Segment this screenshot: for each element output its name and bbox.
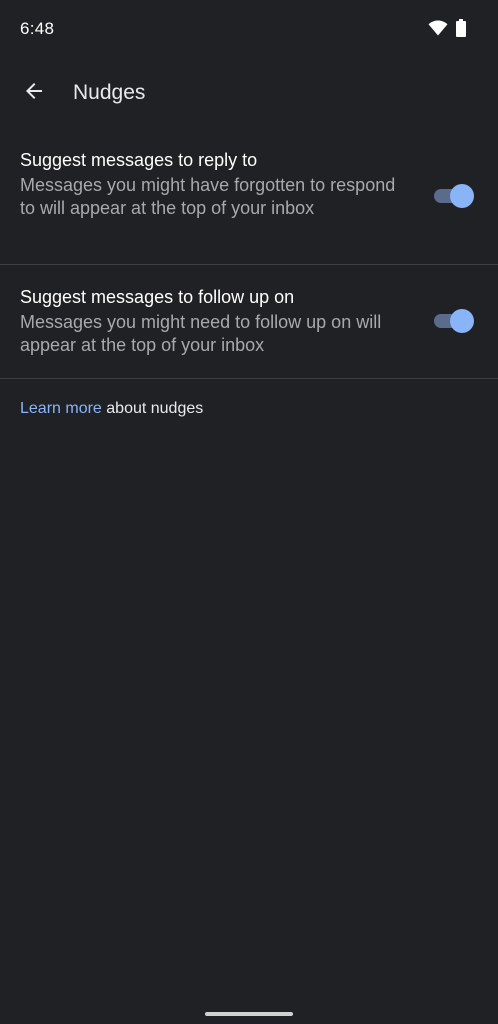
- gesture-nav-handle[interactable]: [205, 1012, 293, 1016]
- status-time: 6:48: [20, 19, 55, 38]
- setting-title: Suggest messages to follow up on: [20, 287, 295, 307]
- app-bar: Nudges: [0, 62, 498, 124]
- toggle-suggest-reply[interactable]: [434, 184, 474, 208]
- learn-more-link[interactable]: Learn more: [20, 400, 102, 417]
- toggle-thumb: [450, 184, 474, 208]
- divider: [0, 264, 498, 265]
- setting-summary: Messages you might need to follow up on …: [20, 312, 382, 355]
- toggle-suggest-follow-up[interactable]: [434, 309, 474, 333]
- wifi-icon: [428, 20, 448, 41]
- setting-summary: Messages you might have forgotten to res…: [20, 175, 396, 218]
- battery-icon: [456, 19, 466, 42]
- page-title: Nudges: [73, 81, 146, 104]
- status-icons: [428, 19, 466, 42]
- toggle-thumb: [450, 309, 474, 333]
- setting-suggest-follow-up[interactable]: Suggest messages to follow up on Message…: [0, 285, 498, 357]
- status-bar: 6:48: [0, 0, 498, 58]
- learn-more-text: Learn more about nudges: [20, 400, 203, 418]
- arrow-back-icon: [22, 79, 46, 108]
- back-button[interactable]: [14, 73, 54, 113]
- learn-more-suffix: about nudges: [101, 400, 204, 417]
- setting-suggest-reply[interactable]: Suggest messages to reply to Messages yo…: [0, 148, 498, 220]
- setting-title: Suggest messages to reply to: [20, 150, 258, 170]
- divider: [0, 378, 498, 379]
